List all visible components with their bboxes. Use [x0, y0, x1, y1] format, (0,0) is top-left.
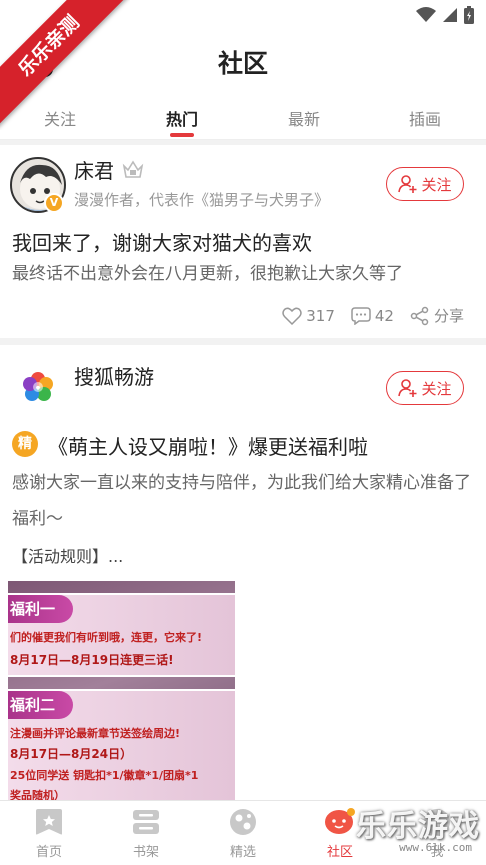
featured-badge: 精	[12, 431, 38, 457]
bottom-navigation: 首页 书架 精选 社区 我	[0, 800, 486, 865]
follow-label: 关注	[421, 379, 452, 398]
comment-count: 42	[374, 306, 394, 325]
nav-featured[interactable]: 精选	[213, 807, 273, 860]
nav-profile-label: 我	[430, 845, 444, 860]
image-panel-2: 福利二 注漫画并评论最新章节送签绘周边! 8月17日—8月24日） 25位同学送…	[8, 689, 235, 800]
bookshelf-icon	[133, 810, 159, 834]
image-panel-2-line: 注漫画并评论最新章节送签绘周边!	[10, 727, 181, 740]
image-panel-1-date: 8月17日—8月19日连更三话!	[10, 653, 174, 667]
verified-badge: V	[44, 193, 64, 213]
image-panel-1: 福利一 们的催更我们有听到哦，连更，它来了! 8月17日—8月19日连更三话!	[8, 593, 235, 677]
heart-icon	[282, 307, 302, 325]
nav-featured-label: 精选	[229, 845, 256, 860]
comment-button[interactable]: 42	[351, 307, 394, 325]
nav-community[interactable]: 社区	[310, 807, 370, 860]
tab-illustration[interactable]: 插画	[385, 106, 465, 130]
post-title[interactable]: 我回来了，谢谢大家对猫犬的喜欢	[12, 227, 312, 256]
battery-icon	[464, 6, 474, 24]
like-count: 317	[306, 306, 335, 325]
home-icon	[36, 809, 62, 835]
tab-active-indicator	[170, 133, 194, 137]
nav-bookshelf[interactable]: 书架	[116, 807, 176, 860]
tab-hot[interactable]: 热门	[142, 106, 222, 137]
status-bar	[0, 0, 486, 30]
share-icon	[410, 306, 429, 325]
nav-profile[interactable]: 我	[407, 807, 467, 860]
page-title: 社区	[217, 49, 268, 78]
comment-icon	[351, 306, 371, 325]
tab-hot-label: 热门	[165, 110, 198, 129]
nav-home[interactable]: 首页	[19, 807, 79, 860]
post-card[interactable]: V 床君 漫漫作者，代表作《猫男子与犬男子》 关注 我回来了，谢谢大家对猫犬的喜…	[0, 145, 486, 338]
follow-label: 关注	[421, 175, 452, 194]
add-user-icon	[398, 175, 417, 193]
author-name[interactable]: 搜狐畅游	[74, 361, 154, 390]
community-icon	[325, 808, 355, 834]
community-tabs: 关注 热门 最新 插画	[0, 94, 486, 140]
top-header: 社区	[0, 30, 486, 94]
wifi-icon	[416, 7, 436, 22]
follow-button[interactable]: 关注	[386, 167, 464, 201]
signal-icon	[443, 8, 457, 22]
nav-bookshelf-label: 书架	[132, 845, 159, 860]
share-button[interactable]: 分享	[410, 305, 464, 326]
post-body: 感谢大家一直以来的支持与陪伴，为此我们给大家精心准备了福利～	[12, 473, 471, 529]
nav-community-label: 社区	[326, 845, 353, 860]
profile-icon	[424, 809, 450, 835]
author-description: 漫漫作者，代表作《猫男子与犬男子》	[74, 191, 330, 209]
featured-icon	[230, 809, 256, 835]
image-panel-2-note: 奖品随机）	[10, 789, 65, 800]
image-panel-1-title: 福利一	[8, 595, 74, 623]
post-rules-preview: 【活动规则】...	[12, 547, 124, 566]
share-label: 分享	[433, 307, 464, 325]
status-icons	[416, 6, 474, 24]
post-body: 最终话不出意外会在八月更新，很抱歉让大家久等了	[12, 264, 403, 284]
image-panel-2-title: 福利二	[8, 691, 74, 719]
post-title[interactable]: 《萌主人设又崩啦！》爆更送福利啦	[48, 431, 368, 460]
post-card[interactable]: 搜狐畅游 关注 精 《萌主人设又崩啦！》爆更送福利啦 感谢大家一直以来的支持与陪…	[0, 345, 486, 800]
add-user-icon	[398, 379, 417, 397]
tab-follow[interactable]: 关注	[20, 106, 100, 130]
post-image[interactable]: 福利一 们的催更我们有听到哦，连更，它来了! 8月17日—8月19日连更三话! …	[8, 581, 235, 800]
author-avatar[interactable]	[22, 371, 54, 403]
like-button[interactable]: 317	[282, 307, 335, 325]
nav-home-label: 首页	[35, 845, 62, 860]
follow-button[interactable]: 关注	[386, 371, 464, 405]
image-panel-2-date: 8月17日—8月24日）	[10, 747, 133, 761]
image-panel-1-line: 们的催更我们有听到哦，连更，它来了!	[10, 631, 203, 644]
post-actions: 317 42 分享	[282, 305, 464, 326]
image-panel-2-prizes: 25位同学送 钥匙扣*1/徽章*1/团扇*1	[10, 769, 199, 782]
level-crown-icon	[122, 160, 144, 178]
author-name[interactable]: 床君	[74, 155, 114, 184]
tab-latest[interactable]: 最新	[264, 106, 344, 130]
